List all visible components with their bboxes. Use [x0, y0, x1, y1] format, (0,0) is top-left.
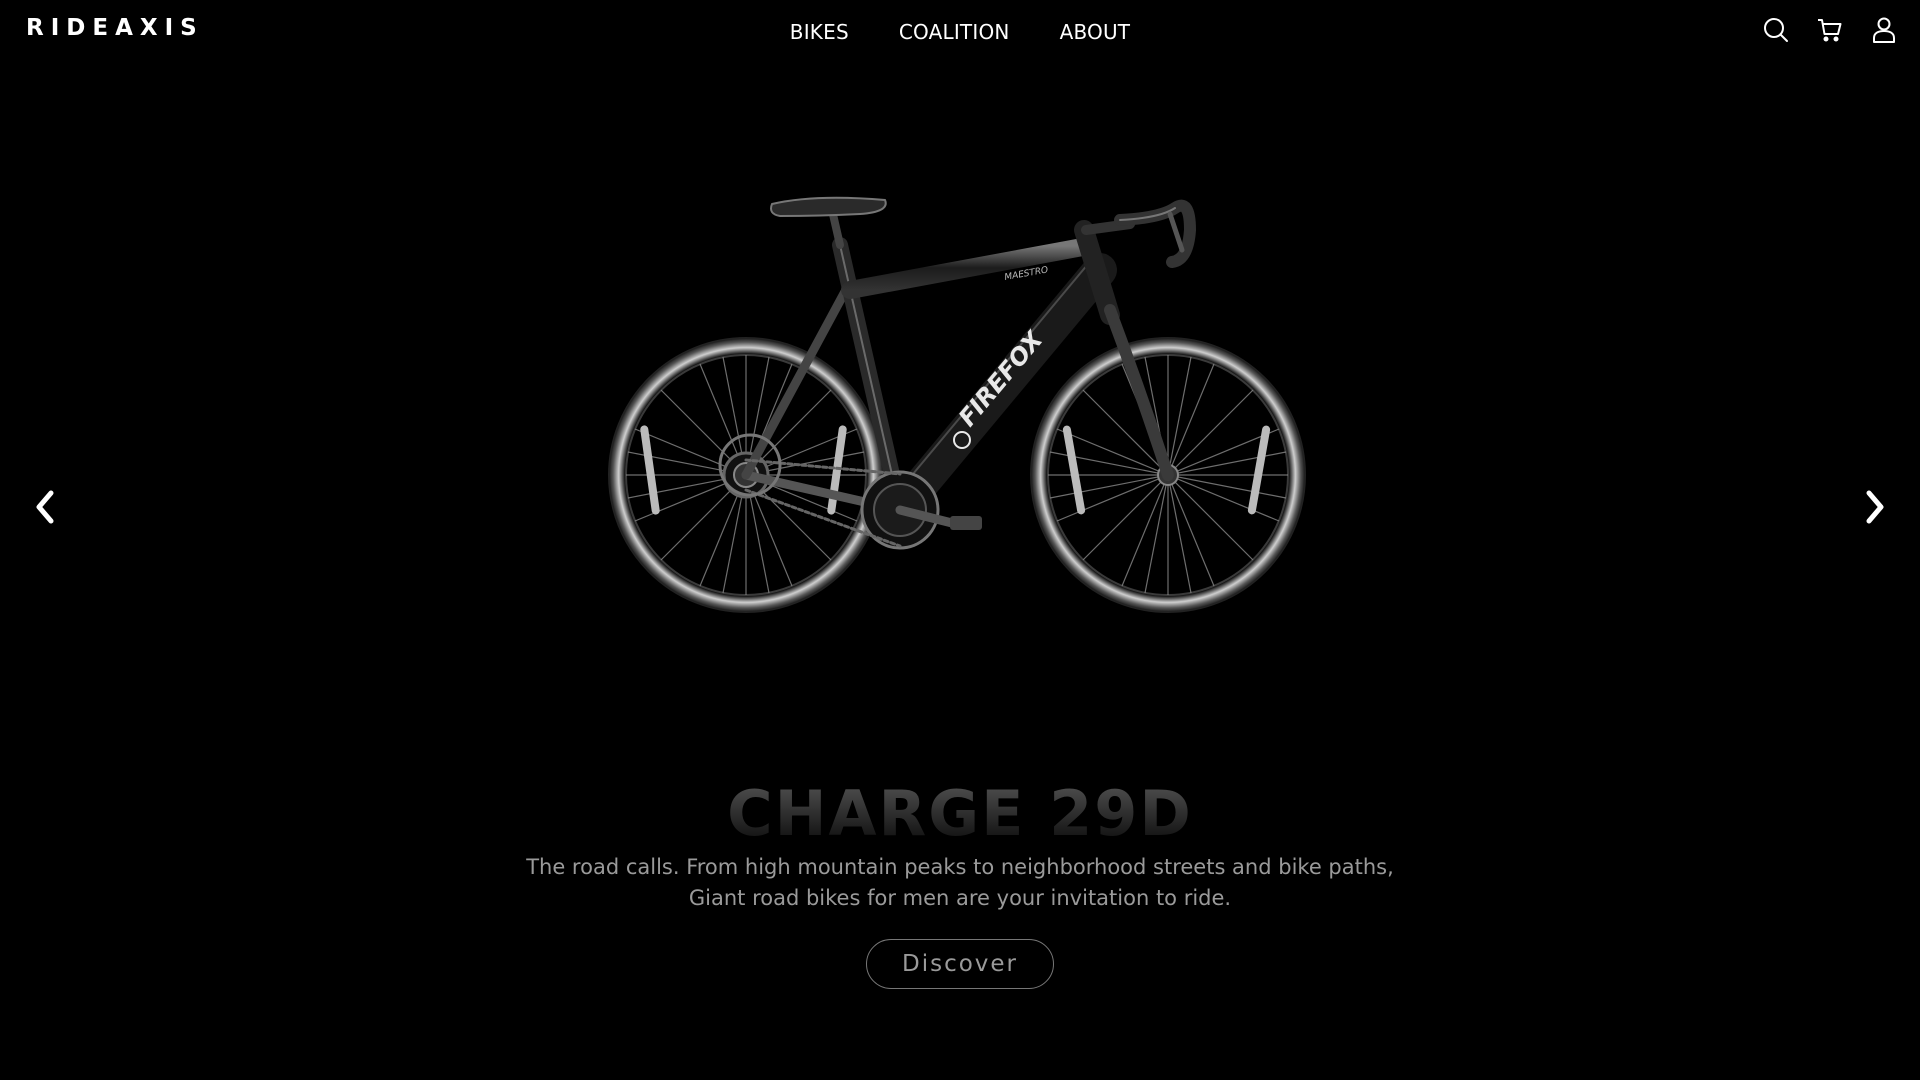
chevron-right-icon: [1866, 490, 1884, 524]
header-actions: [1762, 16, 1898, 44]
bike-illustration: FIREFOX MAESTRO: [608, 196, 1306, 613]
nav-item-bikes[interactable]: BIKES: [790, 20, 849, 44]
nav-item-about[interactable]: ABOUT: [1060, 20, 1131, 44]
hero-description-line-1: The road calls. From high mountain peaks…: [526, 855, 1394, 879]
page: RIDEAXIS BIKES COALITION ABOUT FIREFOX M…: [0, 0, 1920, 1080]
hero-description-line-2: Giant road bikes for men are your invita…: [688, 886, 1232, 910]
chevron-left-icon: [36, 490, 54, 524]
bike-brand-label: FIREFOX: [953, 325, 1049, 432]
discover-button[interactable]: Discover: [866, 939, 1054, 989]
bike-image: FIREFOX MAESTRO: [600, 190, 1320, 650]
nav-item-coalition[interactable]: COALITION: [899, 20, 1010, 44]
carousel-next-button[interactable]: [1854, 480, 1894, 534]
hero-title: CHARGE 29D: [0, 774, 1920, 846]
search-icon[interactable]: [1762, 16, 1790, 44]
cart-icon[interactable]: [1816, 16, 1844, 44]
main-nav: BIKES COALITION ABOUT: [0, 0, 1920, 64]
carousel-prev-button[interactable]: [26, 480, 66, 534]
user-icon[interactable]: [1870, 16, 1898, 44]
site-header: RIDEAXIS BIKES COALITION ABOUT: [0, 0, 1920, 64]
hero-description: The road calls. From high mountain peaks…: [460, 852, 1460, 914]
